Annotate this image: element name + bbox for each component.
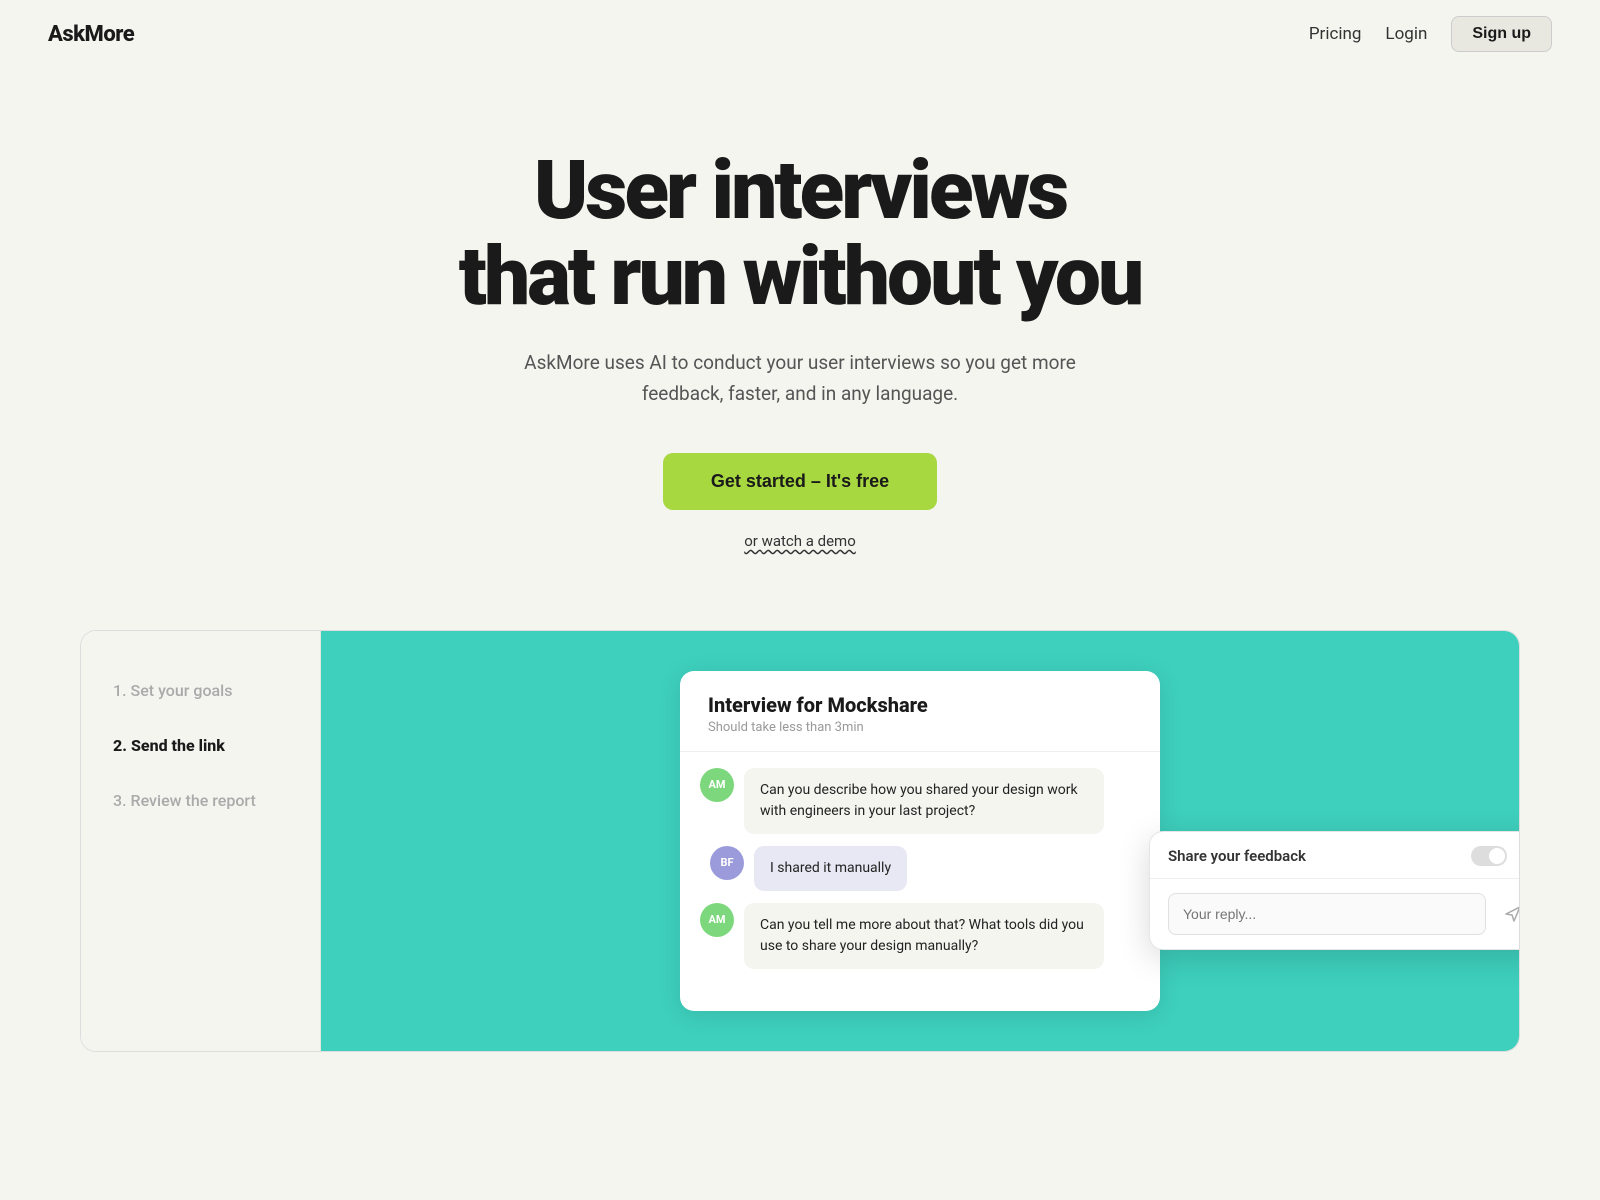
msg-bubble-2: I shared it manually bbox=[754, 846, 907, 891]
avatar-am-1: AM bbox=[700, 768, 734, 802]
interview-title: Interview for Mockshare bbox=[708, 693, 1132, 717]
feedback-title: Share your feedback bbox=[1168, 847, 1306, 865]
interview-header: Interview for Mockshare Should take less… bbox=[680, 671, 1160, 752]
login-link[interactable]: Login bbox=[1385, 24, 1427, 44]
feedback-popup-header: Share your feedback ✕ bbox=[1150, 832, 1520, 879]
hero-title: User interviews that run without you bbox=[40, 148, 1560, 320]
navbar: AskMore Pricing Login Sign up bbox=[0, 0, 1600, 68]
msg-bubble-3: Can you tell me more about that? What to… bbox=[744, 903, 1104, 969]
watch-demo-link[interactable]: or watch a demo bbox=[40, 532, 1560, 550]
msg-bubble-1: Can you describe how you shared your des… bbox=[744, 768, 1104, 834]
chat-message-3: AM Can you tell me more about that? What… bbox=[700, 903, 1140, 969]
send-icon bbox=[1504, 905, 1520, 923]
cta-button[interactable]: Get started – It's free bbox=[663, 453, 937, 510]
hero-subtitle: AskMore uses AI to conduct your user int… bbox=[520, 348, 1080, 409]
pricing-link[interactable]: Pricing bbox=[1309, 24, 1362, 44]
demo-section: 1. Set your goals 2. Send the link 3. Re… bbox=[80, 630, 1520, 1052]
feedback-toggle[interactable] bbox=[1471, 846, 1507, 866]
sidebar-step-2[interactable]: 2. Send the link bbox=[113, 736, 288, 755]
feedback-popup: Share your feedback ✕ bbox=[1149, 831, 1520, 950]
sidebar-step-3[interactable]: 3. Review the report bbox=[113, 791, 288, 810]
chat-body: AM Can you describe how you shared your … bbox=[680, 752, 1160, 985]
signup-button[interactable]: Sign up bbox=[1451, 16, 1552, 52]
chat-message-1: AM Can you describe how you shared your … bbox=[700, 768, 1140, 834]
feedback-icons: ✕ bbox=[1471, 846, 1520, 866]
close-icon[interactable]: ✕ bbox=[1517, 846, 1520, 865]
hero-section: User interviews that run without you Ask… bbox=[0, 68, 1600, 610]
feedback-input-area bbox=[1150, 879, 1520, 949]
watch-demo-text: or watch a demo bbox=[40, 532, 1560, 550]
feedback-input[interactable] bbox=[1168, 893, 1486, 935]
interview-card: Interview for Mockshare Should take less… bbox=[680, 671, 1160, 1011]
send-button[interactable] bbox=[1496, 897, 1520, 931]
demo-main: Interview for Mockshare Should take less… bbox=[321, 631, 1519, 1051]
avatar-bf: BF bbox=[710, 846, 744, 880]
logo[interactable]: AskMore bbox=[48, 22, 134, 47]
avatar-am-2: AM bbox=[700, 903, 734, 937]
demo-sidebar: 1. Set your goals 2. Send the link 3. Re… bbox=[81, 631, 321, 1051]
chat-message-2: BF I shared it manually bbox=[700, 846, 1140, 891]
interview-subtitle: Should take less than 3min bbox=[708, 720, 1132, 735]
sidebar-step-1[interactable]: 1. Set your goals bbox=[113, 681, 288, 700]
nav-right: Pricing Login Sign up bbox=[1309, 16, 1552, 52]
